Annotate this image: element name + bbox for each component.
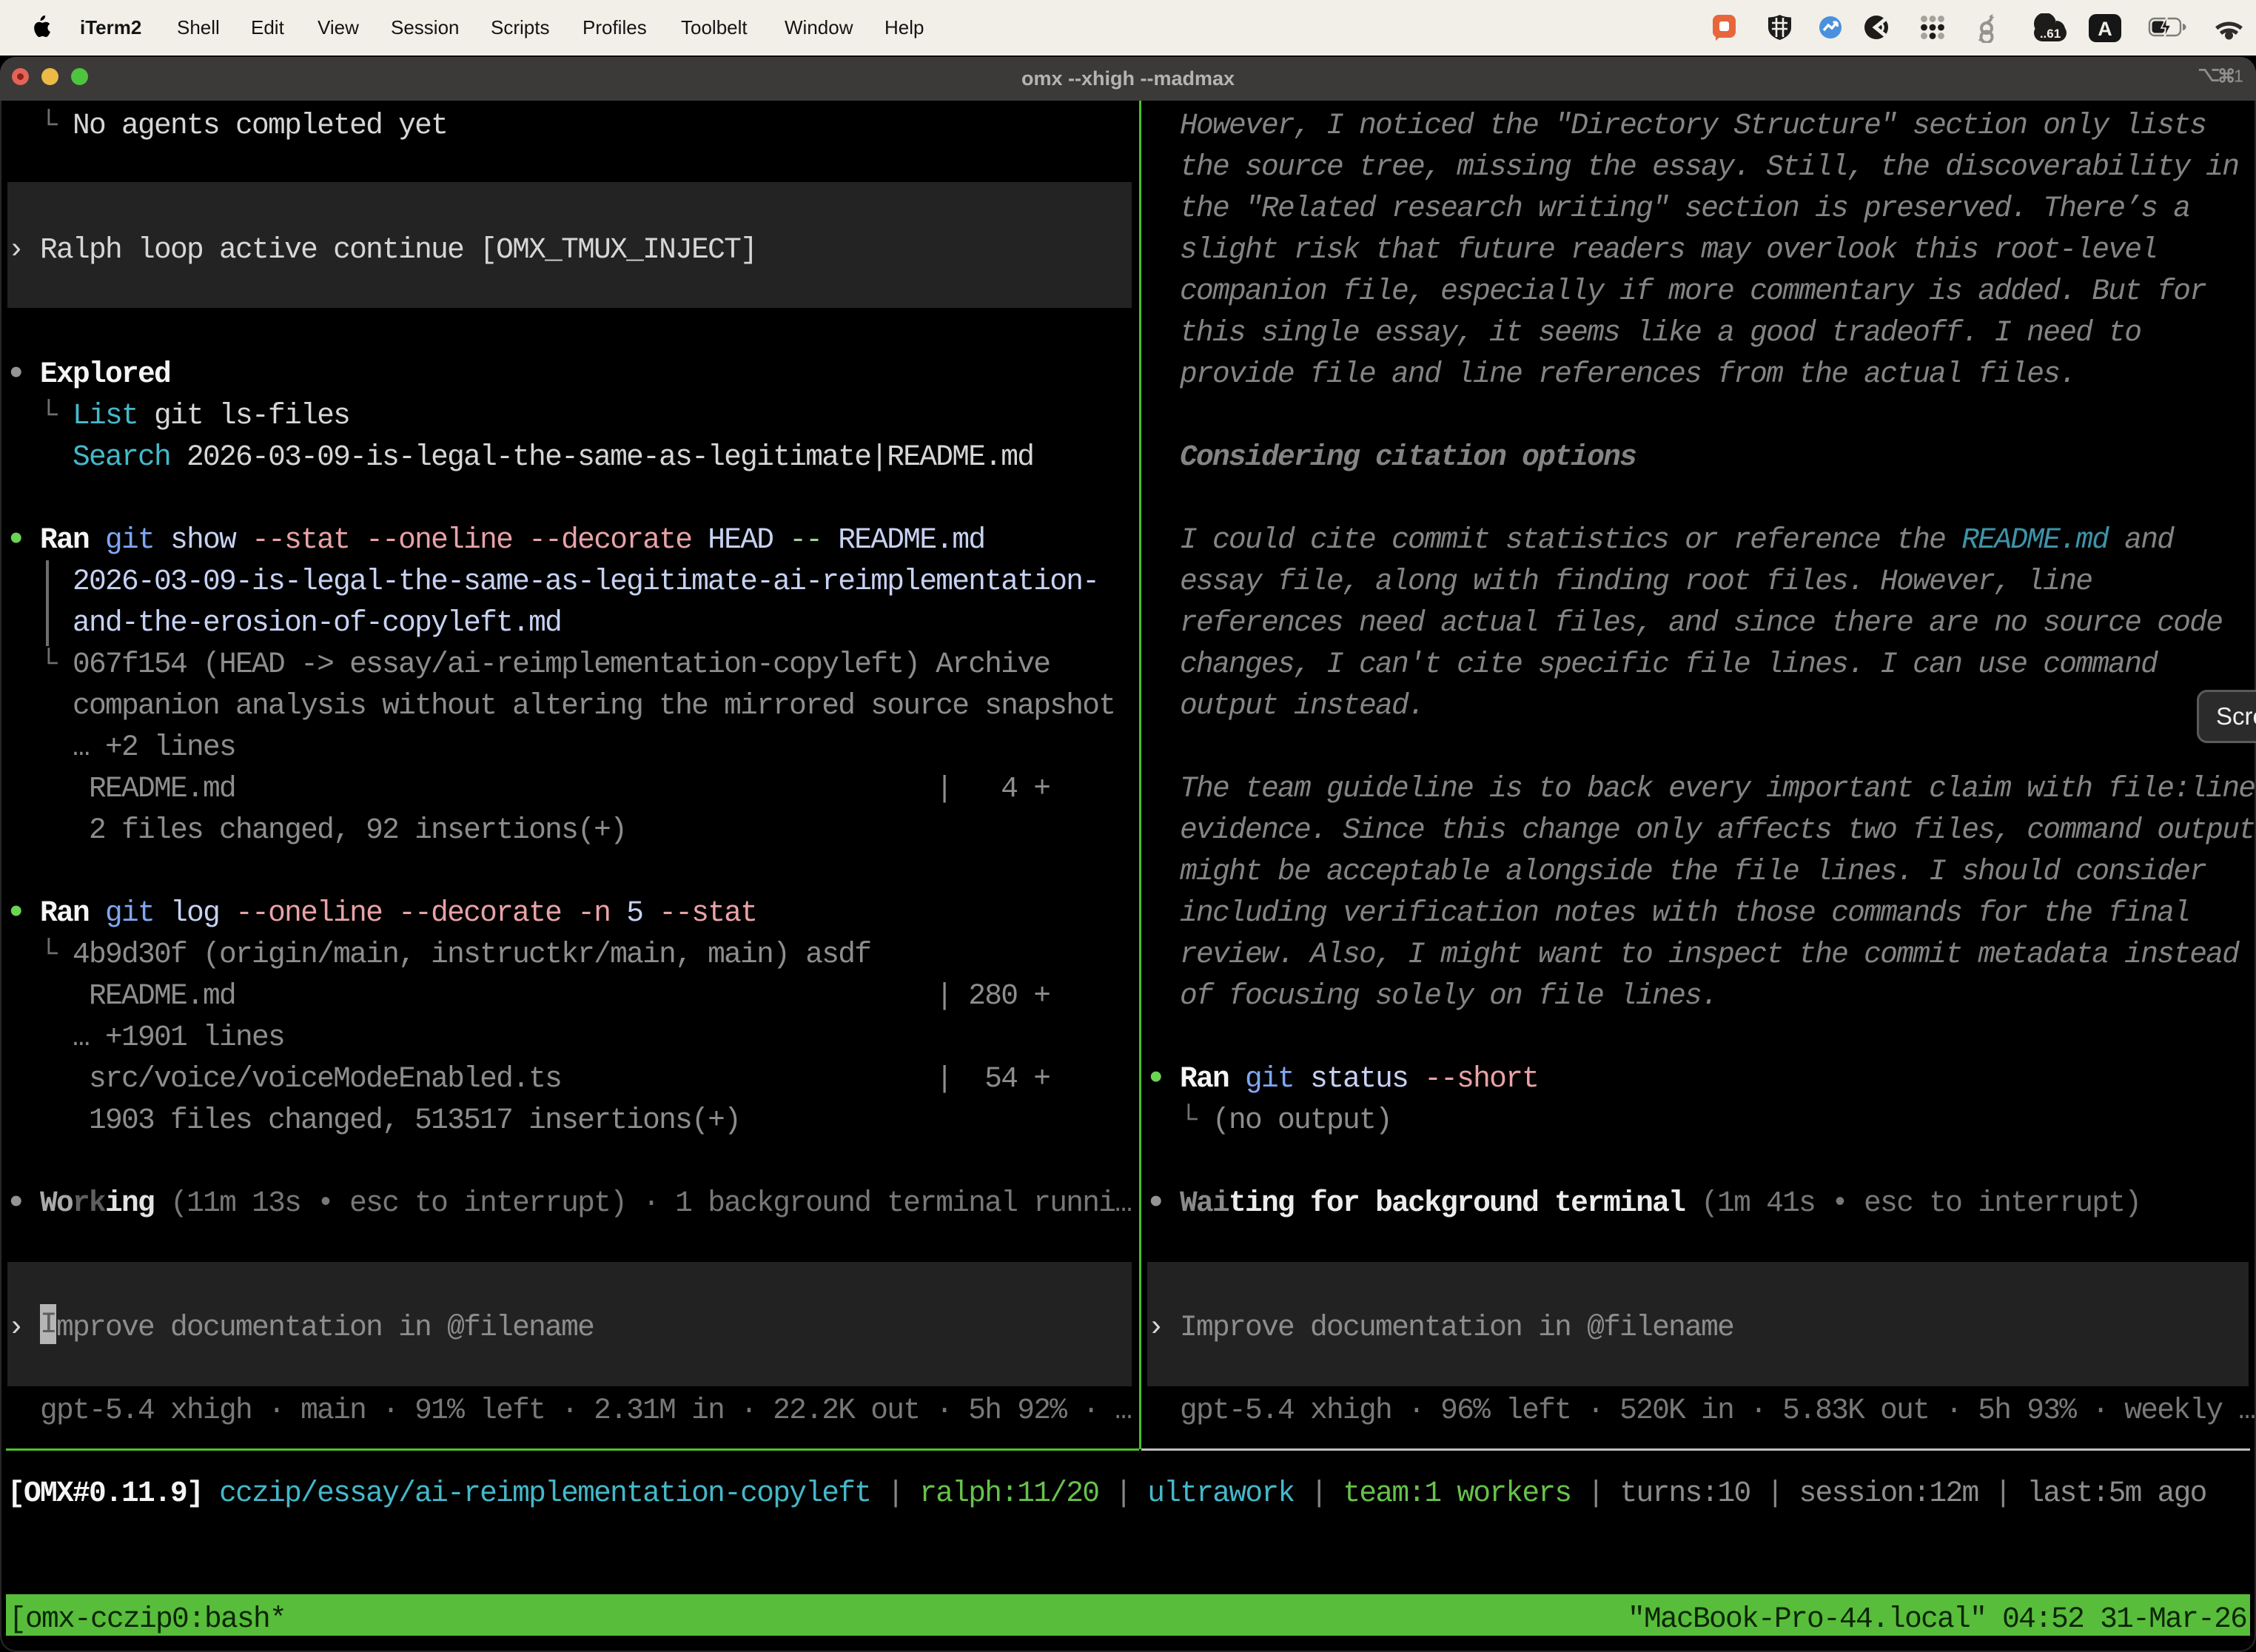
svg-text:A: A <box>2098 18 2112 40</box>
svg-text:..61: ..61 <box>2040 27 2061 41</box>
svg-text:1: 1 <box>2234 67 2243 86</box>
